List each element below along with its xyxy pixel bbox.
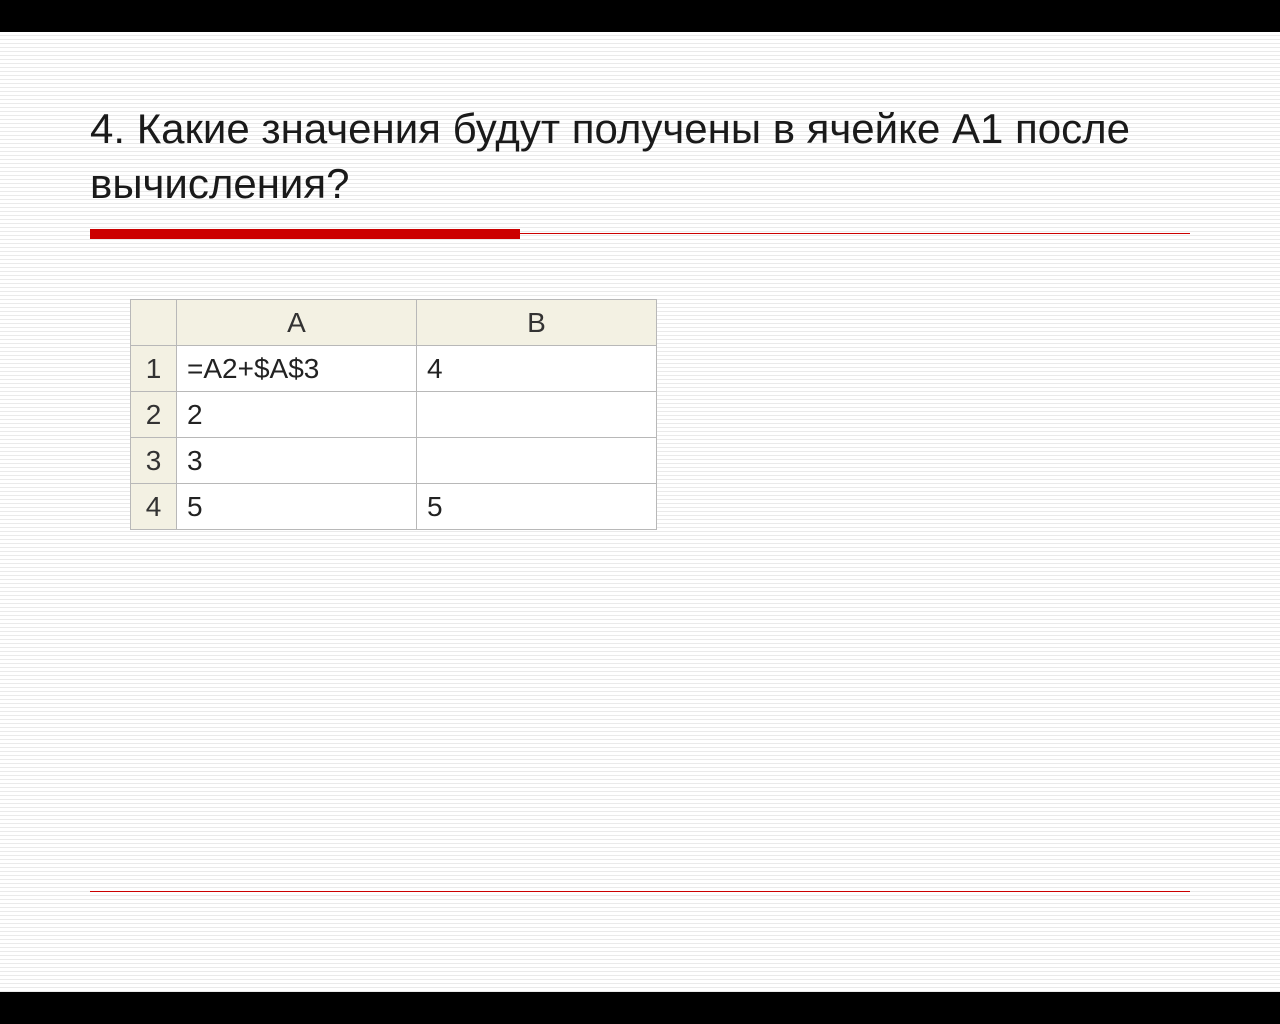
divider-thick xyxy=(90,229,520,239)
table-row: 4 5 5 xyxy=(131,484,657,530)
cell-b4: 5 xyxy=(417,484,657,530)
row-header-3: 3 xyxy=(131,438,177,484)
slide-title: 4. Какие значения будут получены в ячейк… xyxy=(90,102,1190,211)
cell-a4: 5 xyxy=(177,484,417,530)
table-row: 2 2 xyxy=(131,392,657,438)
slide: 4. Какие значения будут получены в ячейк… xyxy=(0,32,1280,992)
corner-cell xyxy=(131,300,177,346)
cell-a2: 2 xyxy=(177,392,417,438)
table-row: 3 3 xyxy=(131,438,657,484)
cell-b2 xyxy=(417,392,657,438)
cell-a1: =A2+$A$3 xyxy=(177,346,417,392)
col-header-a: A xyxy=(177,300,417,346)
footer-divider xyxy=(90,891,1190,892)
table-row: 1 =A2+$A$3 4 xyxy=(131,346,657,392)
row-header-4: 4 xyxy=(131,484,177,530)
divider xyxy=(90,229,1190,239)
row-header-2: 2 xyxy=(131,392,177,438)
row-header-1: 1 xyxy=(131,346,177,392)
header-row: A B xyxy=(131,300,657,346)
col-header-b: B xyxy=(417,300,657,346)
cell-b3 xyxy=(417,438,657,484)
spreadsheet-table: A B 1 =A2+$A$3 4 2 2 3 3 4 5 5 xyxy=(130,299,657,530)
cell-a3: 3 xyxy=(177,438,417,484)
cell-b1: 4 xyxy=(417,346,657,392)
